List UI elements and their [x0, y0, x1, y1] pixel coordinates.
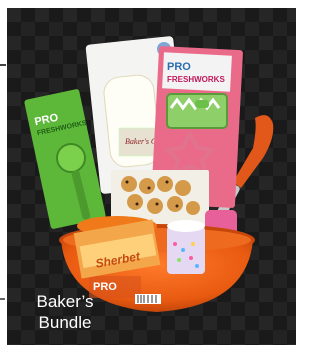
pink-pack-brand: PRO	[167, 61, 191, 73]
product-photo: Baker's Corner PRO FRESHWORKS PRO FRESHW…	[7, 8, 296, 345]
caption-line-1: Baker’s	[36, 292, 94, 311]
caption: Baker’s Bundle	[19, 291, 111, 333]
edge-mark-bottom	[0, 298, 5, 300]
pink-pack-brand-sub: FRESHWORKS	[167, 75, 225, 84]
edge-mark-top	[0, 64, 6, 66]
sprinkles-shaker	[167, 220, 205, 274]
caption-line-2: Bundle	[38, 313, 92, 332]
